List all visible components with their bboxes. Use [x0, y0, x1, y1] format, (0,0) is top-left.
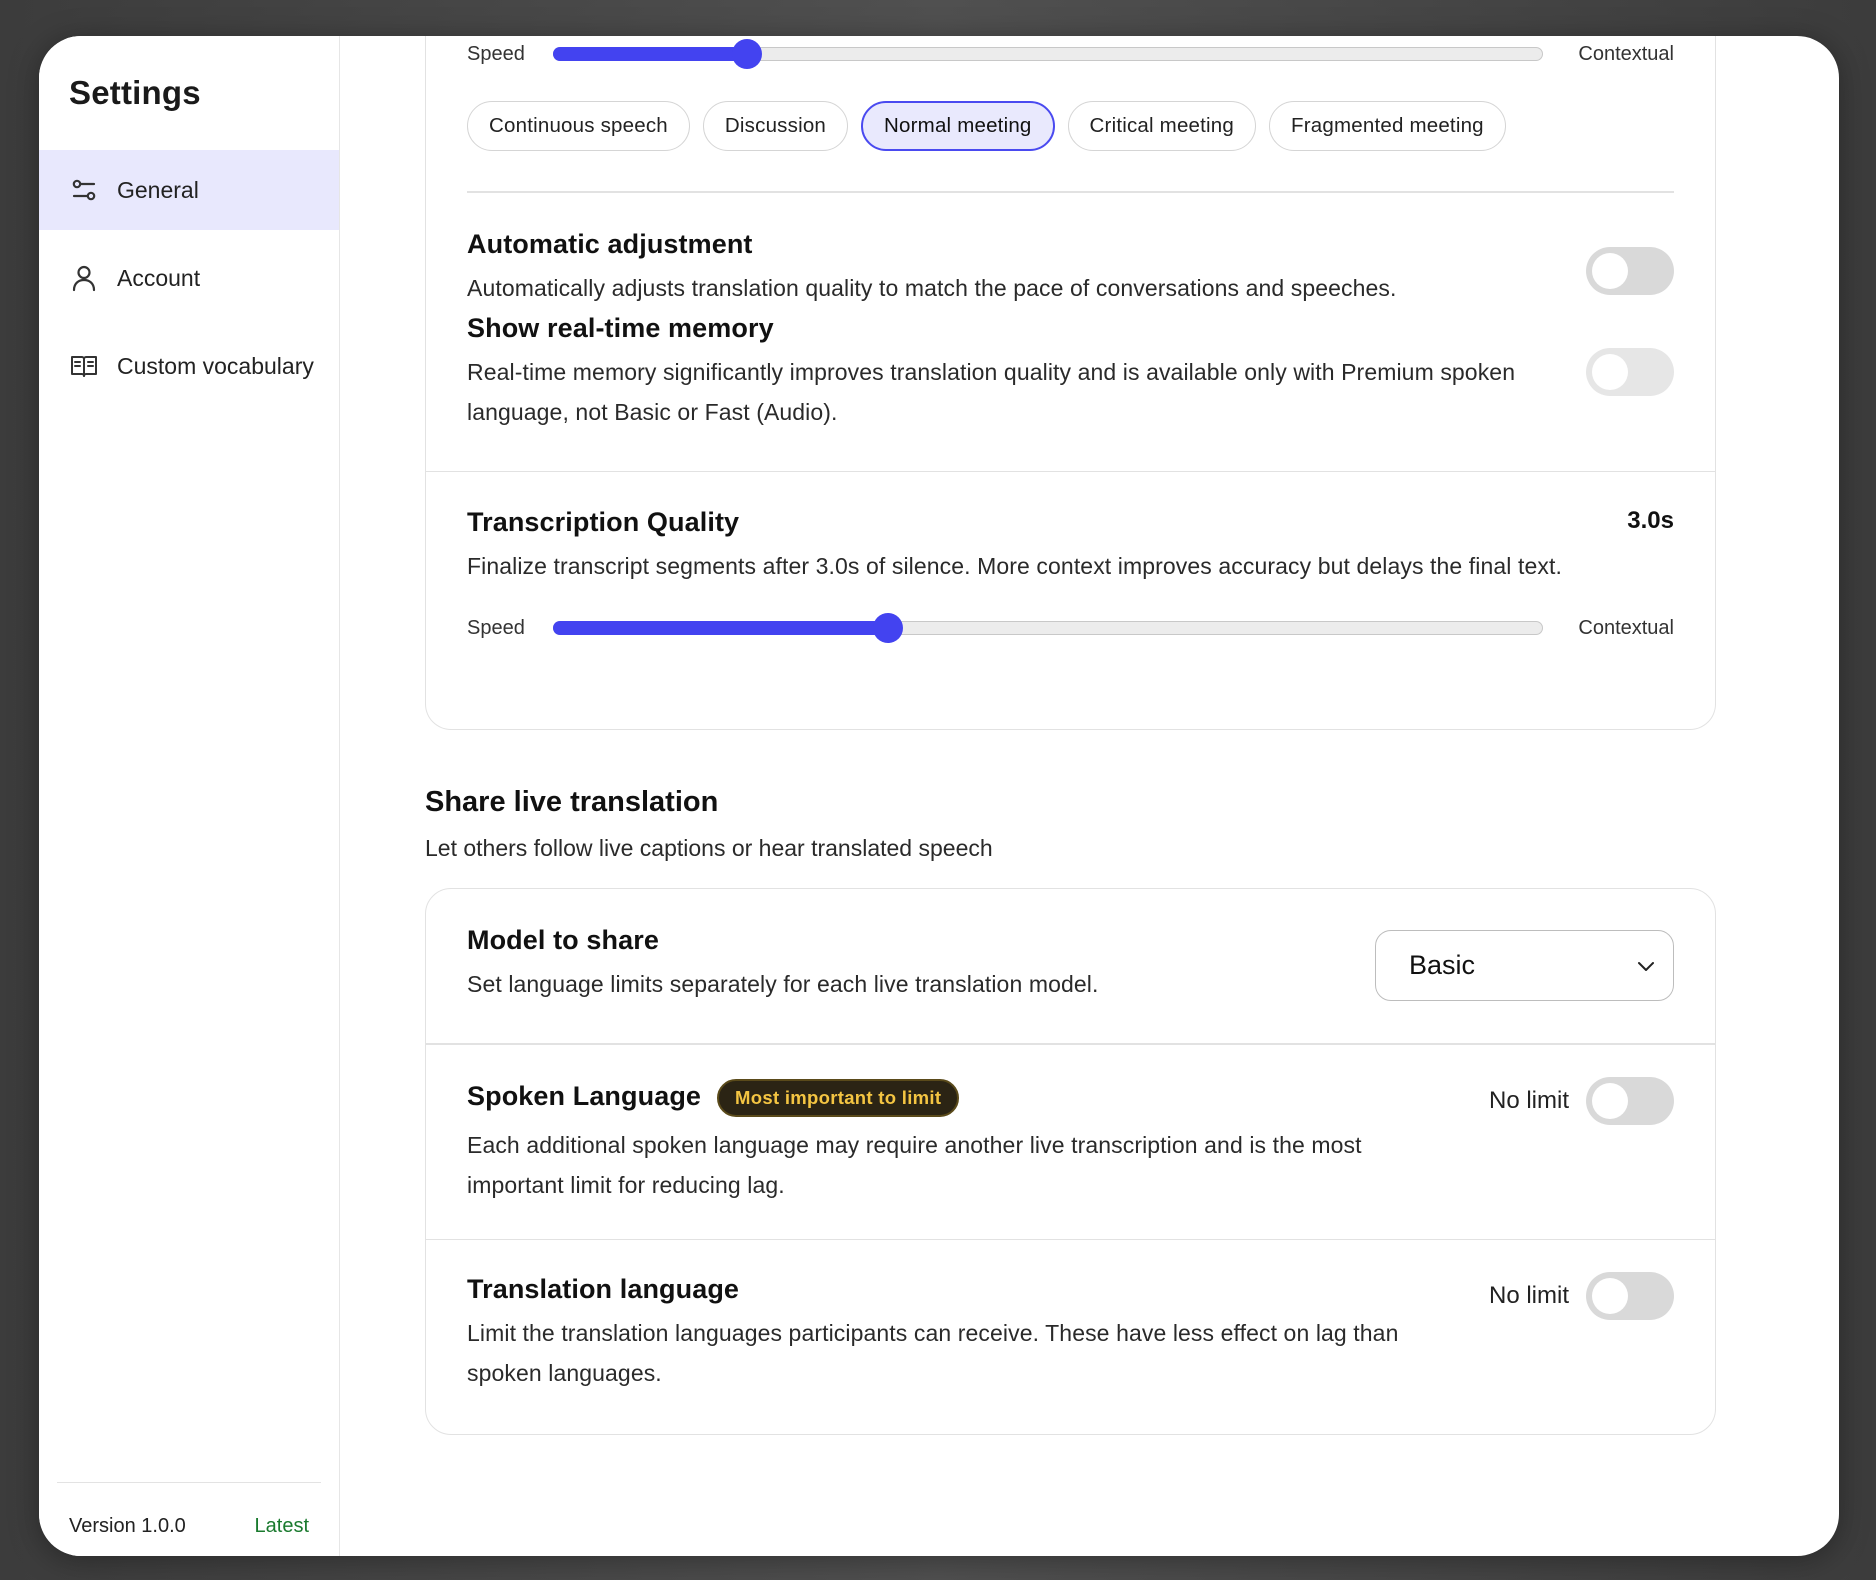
automatic-adjustment-title: Automatic adjustment	[467, 228, 753, 259]
spoken-language-description: Each additional spoken language may requ…	[467, 1131, 1362, 1198]
user-icon	[69, 263, 99, 293]
transcription-quality-section: Transcription Quality 3.0s Finalize tran…	[426, 472, 1715, 729]
transcription-quality-description: Finalize transcript segments after 3.0s …	[467, 553, 1562, 579]
sidebar-item-label: Custom vocabulary	[117, 352, 314, 379]
spoken-language-limit-label: No limit	[1488, 1086, 1569, 1114]
sidebar-item-custom-vocabulary[interactable]: Custom vocabulary	[39, 326, 339, 406]
translation-language-toggle[interactable]	[1586, 1272, 1674, 1320]
settings-window: Settings General Account Custom vocabula…	[39, 36, 1839, 1556]
slider-label-contextual: Contextual	[1578, 616, 1674, 639]
share-card: Model to share Set language limits separ…	[425, 888, 1716, 1435]
model-to-share-row: Model to share Set language limits separ…	[426, 889, 1715, 1043]
translation-quality-slider-row: Speed Contextual	[467, 36, 1674, 78]
slider-label-speed: Speed	[467, 42, 525, 65]
slider-thumb[interactable]	[731, 39, 762, 69]
translation-language-limit-label: No limit	[1488, 1282, 1569, 1309]
spoken-language-row: Spoken Language Most important to limit E…	[426, 1045, 1715, 1239]
realtime-memory-title: Show real-time memory	[467, 312, 774, 343]
spoken-language-toggle[interactable]	[1586, 1076, 1674, 1125]
sidebar-item-account[interactable]: Account	[39, 238, 339, 318]
realtime-memory-toggle[interactable]	[1586, 347, 1674, 396]
automatic-adjustment-toggle[interactable]	[1586, 246, 1674, 295]
model-select-value: Basic	[1409, 950, 1476, 980]
translation-language-row: Translation language Limit the translati…	[426, 1240, 1715, 1434]
latest-status: Latest	[254, 1515, 309, 1537]
sidebar-item-label: Account	[117, 264, 201, 291]
translation-quality-slider[interactable]	[552, 39, 1543, 69]
preset-critical-meeting[interactable]: Critical meeting	[1067, 101, 1257, 151]
slider-label-speed: Speed	[467, 616, 525, 639]
spoken-language-limit: No limit	[1488, 1076, 1674, 1125]
important-badge: Most important to limit	[717, 1078, 960, 1117]
preset-fragmented-meeting[interactable]: Fragmented meeting	[1269, 101, 1506, 151]
spoken-language-title: Spoken Language	[467, 1080, 702, 1111]
preset-discussion[interactable]: Discussion	[702, 101, 849, 151]
realtime-memory-description: Real-time memory significantly improves …	[467, 358, 1516, 425]
sliders-icon	[69, 175, 99, 205]
preset-continuous-speech[interactable]: Continuous speech	[467, 101, 690, 151]
slider-fill	[552, 620, 887, 635]
transcription-quality-value: 3.0s	[1627, 507, 1674, 534]
share-subheading: Let others follow live captions or hear …	[425, 835, 993, 861]
sidebar-title: Settings	[69, 74, 201, 111]
version-text: Version 1.0.0	[69, 1515, 186, 1537]
preset-chips: Continuous speech Discussion Normal meet…	[467, 101, 1674, 151]
slider-fill	[552, 46, 746, 61]
transcription-quality-slider[interactable]	[552, 613, 1543, 643]
sidebar-item-label: General	[117, 176, 199, 203]
preset-normal-meeting[interactable]: Normal meeting	[861, 101, 1055, 151]
transcription-quality-title: Transcription Quality	[467, 507, 740, 537]
automatic-adjustment-row: Automatic adjustment Automatically adjus…	[467, 193, 1674, 313]
translation-quality-card: Speed Contextual Continuous speech Discu…	[425, 36, 1716, 730]
sidebar-item-general[interactable]: General	[39, 150, 339, 230]
share-section-header: Share live translation Let others follow…	[425, 786, 1716, 862]
share-heading: Share live translation	[425, 786, 719, 818]
realtime-memory-row: Show real-time memory Real-time memory s…	[467, 313, 1674, 471]
translation-language-description: Limit the translation languages particip…	[467, 1320, 1399, 1386]
automatic-adjustment-description: Automatically adjusts translation qualit…	[467, 274, 1397, 301]
chevron-down-icon	[1638, 962, 1654, 971]
slider-thumb[interactable]	[872, 613, 903, 643]
main-panel[interactable]: Speed Contextual Continuous speech Discu…	[340, 36, 1839, 1556]
model-select[interactable]: Basic	[1375, 930, 1674, 1001]
sidebar: Settings General Account Custom vocabula…	[39, 36, 340, 1556]
book-icon	[69, 351, 99, 381]
sidebar-footer: Version 1.0.0 Latest	[57, 1482, 321, 1556]
settings-content: Speed Contextual Continuous speech Discu…	[425, 36, 1716, 1435]
transcription-quality-slider-row: Speed Contextual	[467, 604, 1674, 652]
translation-language-limit: No limit	[1489, 1272, 1674, 1320]
translation-quality-section: Speed Contextual Continuous speech Discu…	[426, 36, 1715, 471]
slider-label-contextual: Contextual	[1578, 42, 1674, 65]
